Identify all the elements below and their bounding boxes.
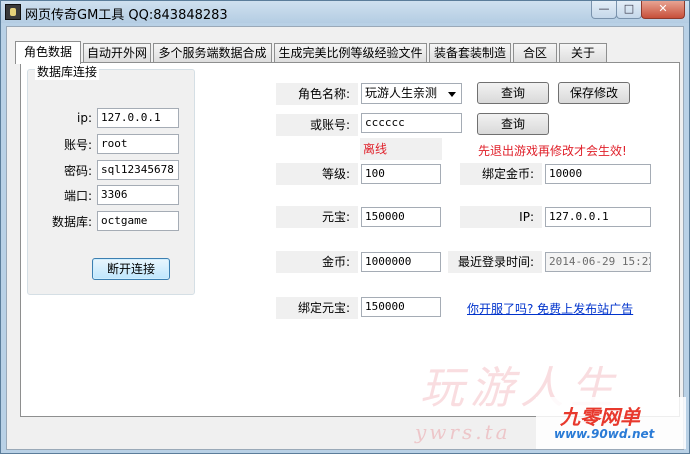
query-account-button[interactable]: 查询 [477,113,549,135]
tab-equipment-set[interactable]: 装备套装制造 [429,43,511,63]
last-login-label: 最近登录时间: [448,251,542,273]
tab-merge-server-data[interactable]: 多个服务端数据合成 [153,43,272,63]
yuanbao-input[interactable]: 150000 [361,207,441,227]
db-password-input[interactable]: sql12345678 [97,160,179,180]
logo-name: 九零网单 [560,405,640,429]
chevron-down-icon [448,92,456,97]
last-login-input: 2014-06-29 15:22: [545,252,651,272]
db-password-label: 密码: [63,164,92,178]
db-port-input[interactable]: 3306 [97,185,179,205]
db-ip-input[interactable]: 127.0.0.1 [97,108,179,128]
role-name-select[interactable]: 玩游人生亲测 [361,83,462,104]
bound-yuanbao-label: 绑定元宝: [276,297,358,319]
free-ad-link[interactable]: 你开服了吗? 免费上发布站广告 [467,300,633,317]
db-database-label: 数据库: [51,215,92,229]
db-account-label: 账号: [63,138,92,152]
tab-auto-internet[interactable]: 自动开外网 [83,43,151,63]
level-label: 等级: [276,163,358,185]
db-ip-label: ip: [77,111,92,125]
app-icon [5,4,21,20]
db-port-label: 端口: [63,189,92,203]
bound-yuanbao-input[interactable]: 150000 [361,297,441,317]
query-role-button[interactable]: 查询 [477,82,549,104]
tab-role-data[interactable]: 角色数据 [15,41,81,64]
tab-merge-zone[interactable]: 合区 [513,43,557,63]
role-account-input[interactable]: cccccc [361,113,462,133]
ip-label: IP: [460,206,542,228]
role-account-label: 或账号: [276,114,358,136]
level-input[interactable]: 100 [361,164,441,184]
bound-gold-input[interactable]: 10000 [545,164,651,184]
ip-input[interactable]: 127.0.0.1 [545,207,651,227]
logo-url: www.90wd.net [554,427,655,441]
gold-label: 金币: [276,251,358,273]
site-logo: 九零网单 www.90wd.net [536,397,686,449]
title-bar[interactable]: 网页传奇GM工具 QQ:843848283 — □ ✕ [1,1,689,23]
db-account-input[interactable]: root [97,134,179,154]
role-name-label: 角色名称: [276,83,358,105]
bound-gold-label: 绑定金币: [460,163,542,185]
tab-generate-exp-file[interactable]: 生成完美比例等级经验文件 [274,43,427,63]
modify-hint: 先退出游戏再修改才会生效! [478,144,627,158]
minimize-button[interactable]: — [591,1,617,19]
db-database-input[interactable]: octgame [97,211,179,231]
maximize-button[interactable]: □ [616,1,642,19]
save-changes-button[interactable]: 保存修改 [558,82,630,104]
role-name-value: 玩游人生亲测 [365,86,438,100]
tab-about[interactable]: 关于 [559,43,607,63]
watermark-subtext: ywrs.ta [415,420,511,444]
window-title: 网页传奇GM工具 QQ:843848283 [25,8,228,23]
offline-status: 离线 [360,138,442,160]
close-button[interactable]: ✕ [641,1,685,19]
gold-input[interactable]: 1000000 [361,252,441,272]
db-group-title: 数据库连接 [35,63,100,80]
disconnect-button[interactable]: 断开连接 [92,258,170,280]
yuanbao-label: 元宝: [276,206,358,228]
